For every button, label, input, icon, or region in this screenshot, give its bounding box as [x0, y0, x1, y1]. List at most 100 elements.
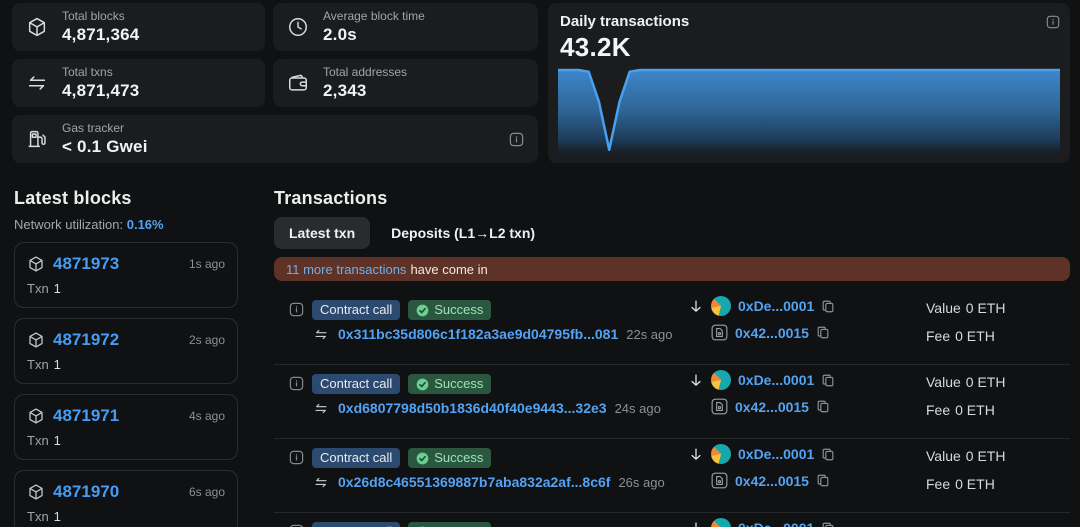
info-icon[interactable] [289, 450, 304, 490]
from-address-link[interactable]: 0xDe...0001 [738, 372, 814, 388]
tx-type-badge: Contract call [312, 300, 400, 320]
tx-age: 26s ago [618, 475, 664, 490]
tx-value: Value0 ETH [926, 300, 1010, 317]
copy-icon[interactable] [816, 473, 830, 488]
tab-latest-txn[interactable]: Latest txn [274, 217, 370, 249]
cube-icon [27, 255, 45, 273]
tx-status-badge: Success [408, 374, 491, 394]
contract-icon [711, 398, 728, 415]
cube-icon [27, 407, 45, 425]
block-number-link[interactable]: 4871970 [53, 482, 119, 502]
transfer-icon [312, 475, 330, 490]
cube-icon [27, 331, 45, 349]
stat-card-average-block-time: Average block time 2.0s [273, 3, 538, 51]
copy-icon[interactable] [816, 325, 830, 340]
copy-icon[interactable] [821, 373, 835, 388]
copy-icon[interactable] [821, 521, 835, 527]
copy-icon[interactable] [816, 399, 830, 414]
arrow-down-icon [688, 446, 704, 463]
stat-label: Total txns [62, 65, 251, 80]
from-address-avatar [711, 518, 731, 527]
from-address-link[interactable]: 0xDe...0001 [738, 298, 814, 314]
block-card: 4871973 1s ago Txn1 [14, 242, 238, 308]
transfer-icon [312, 327, 330, 342]
info-icon[interactable] [509, 132, 524, 147]
tx-hash-link[interactable]: 0x26d8c46551369887b7aba832a2af...8c6f [338, 474, 610, 490]
tx-status-badge: Success [408, 522, 491, 527]
stat-label: Total blocks [62, 9, 251, 24]
chart-current-value: 43.2K [560, 32, 1060, 63]
transaction-row: Contract call Success 0x311bc35d806c1f18… [274, 291, 1070, 365]
stat-value: < 0.1 Gwei [62, 136, 497, 157]
stat-card-gas-tracker: Gas tracker < 0.1 Gwei [12, 115, 538, 163]
stat-label: Total addresses [323, 65, 524, 80]
daily-transactions-chart [558, 67, 1060, 159]
copy-icon[interactable] [821, 299, 835, 314]
arrow-down-icon [688, 520, 704, 527]
transaction-row: Contract call Success [274, 513, 1070, 527]
wallet-icon [287, 72, 311, 94]
block-txn-count: Txn1 [27, 357, 225, 372]
from-address-link[interactable]: 0xDe...0001 [738, 446, 814, 462]
transaction-row: Contract call Success 0x26d8c46551369887… [274, 439, 1070, 513]
transfer-icon [312, 401, 330, 416]
block-age: 6s ago [189, 485, 225, 499]
arrow-down-icon [688, 372, 704, 389]
network-utilization-value: 0.16% [127, 217, 164, 232]
block-txn-count: Txn1 [27, 433, 225, 448]
stat-card-total-addresses: Total addresses 2,343 [273, 59, 538, 107]
clock-icon [287, 16, 311, 38]
block-card: 4871971 4s ago Txn1 [14, 394, 238, 460]
tx-status-badge: Success [408, 448, 491, 468]
tx-hash-link[interactable]: 0xd6807798d50b1836d40f40e9443...32e3 [338, 400, 607, 416]
latest-blocks-section: Latest blocks Network utilization: 0.16%… [14, 188, 238, 527]
block-txn-count: Txn1 [27, 509, 225, 524]
new-transactions-text: have come in [410, 262, 487, 277]
block-number-link[interactable]: 4871972 [53, 330, 119, 350]
block-card: 4871972 2s ago Txn1 [14, 318, 238, 384]
info-icon[interactable] [289, 302, 304, 342]
stat-card-total-blocks: Total blocks 4,871,364 [12, 3, 265, 51]
gas-pump-icon [26, 128, 50, 150]
transactions-section: Transactions Latest txn Deposits (L1→L2 … [274, 188, 1070, 527]
stat-value: 4,871,473 [62, 80, 251, 101]
block-card: 4871970 6s ago Txn1 [14, 470, 238, 527]
to-address-link[interactable]: 0x42...0015 [735, 399, 809, 415]
from-address-avatar [711, 444, 731, 464]
daily-transactions-card: Daily transactions 43.2K [548, 3, 1070, 163]
block-number-link[interactable]: 4871971 [53, 406, 119, 426]
new-transactions-link[interactable]: 11 more transactions [286, 262, 406, 277]
chart-title: Daily transactions [560, 13, 689, 30]
tx-fee: Fee0 ETH [926, 476, 1010, 493]
from-address-avatar [711, 370, 731, 390]
tx-hash-link[interactable]: 0x311bc35d806c1f182a3ae9d04795fb...081 [338, 326, 618, 342]
stat-label: Gas tracker [62, 121, 497, 136]
new-transactions-alert: 11 more transactions have come in [274, 257, 1070, 281]
check-circle-icon [416, 304, 429, 317]
transaction-row: Contract call Success 0xd6807798d50b1836… [274, 365, 1070, 439]
from-address-link[interactable]: 0xDe...0001 [738, 520, 814, 527]
transactions-tabs: Latest txn Deposits (L1→L2 txn) [274, 217, 1070, 249]
tx-fee: Fee0 ETH [926, 328, 1010, 345]
copy-icon[interactable] [821, 447, 835, 462]
tx-type-badge: Contract call [312, 522, 400, 527]
to-address-link[interactable]: 0x42...0015 [735, 473, 809, 489]
transactions-list: Contract call Success 0x311bc35d806c1f18… [274, 291, 1070, 527]
cube-icon [27, 483, 45, 501]
check-circle-icon [416, 452, 429, 465]
tab-deposits[interactable]: Deposits (L1→L2 txn) [376, 217, 550, 249]
info-icon[interactable] [1046, 15, 1060, 29]
tx-age: 24s ago [615, 401, 661, 416]
contract-icon [711, 324, 728, 341]
tx-type-badge: Contract call [312, 374, 400, 394]
blockscout-dashboard: Total blocks 4,871,364 Average block tim… [0, 0, 1080, 527]
block-age: 2s ago [189, 333, 225, 347]
latest-blocks-title: Latest blocks [14, 188, 238, 209]
block-number-link[interactable]: 4871973 [53, 254, 119, 274]
info-icon[interactable] [289, 376, 304, 416]
tx-fee: Fee0 ETH [926, 402, 1010, 419]
stat-value: 2.0s [323, 24, 524, 45]
tx-value: Value0 ETH [926, 448, 1010, 465]
arrow-down-icon [688, 298, 704, 315]
to-address-link[interactable]: 0x42...0015 [735, 325, 809, 341]
